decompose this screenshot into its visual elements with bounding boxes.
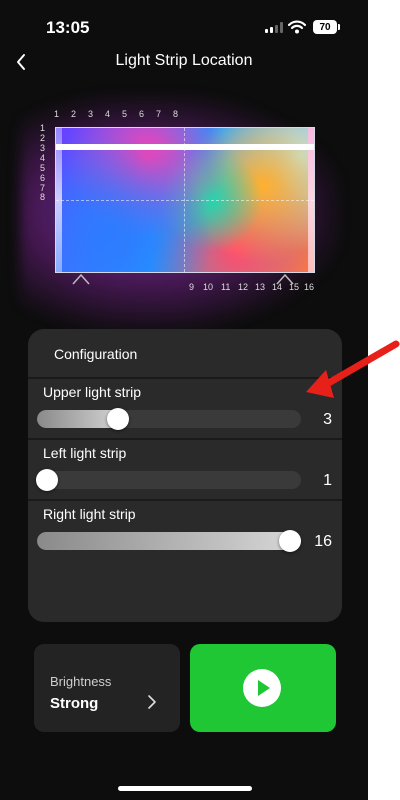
top-led-number: 7 <box>156 109 162 119</box>
chevron-right-icon <box>148 695 156 709</box>
play-icon <box>243 669 281 707</box>
top-led-number: 2 <box>71 109 77 119</box>
side-led-number: 3 <box>40 143 46 153</box>
wifi-icon <box>288 20 306 34</box>
left-strip-label: Left light strip <box>43 445 127 461</box>
page-title: Light Strip Location <box>115 52 253 69</box>
tv-preview <box>55 127 315 273</box>
upper-strip-value: 3 <box>323 411 332 428</box>
right-strip-label: Right light strip <box>43 506 136 522</box>
right-strip-slider[interactable] <box>37 532 301 550</box>
side-led-number: 4 <box>40 153 46 163</box>
side-led-number: 1 <box>40 123 46 133</box>
right-strip-value: 16 <box>314 533 332 550</box>
bottom-led-number: 12 <box>238 282 249 292</box>
top-led-number: 3 <box>88 109 94 119</box>
status-time: 13:05 <box>46 18 90 37</box>
signal-icon <box>265 22 283 33</box>
brightness-value: Strong <box>50 695 99 712</box>
stand-left-icon <box>72 273 90 285</box>
side-led-number: 8 <box>40 192 46 202</box>
side-led-number: 2 <box>40 133 46 143</box>
center-guide-horizontal <box>56 200 314 201</box>
annotation-arrow-icon <box>306 340 400 398</box>
divider <box>28 499 342 501</box>
top-led-number: 1 <box>54 109 60 119</box>
upper-strip-label: Upper light strip <box>43 384 142 400</box>
left-strip-slider[interactable] <box>37 471 301 489</box>
top-led-number: 4 <box>105 109 111 119</box>
side-led-number: 6 <box>40 173 46 183</box>
divider <box>28 438 342 440</box>
upper-strip-slider[interactable] <box>37 410 301 428</box>
right-strip-slider-thumb[interactable] <box>279 530 301 552</box>
bottom-led-number: 16 <box>304 282 315 292</box>
brightness-button[interactable]: Brightness Strong <box>34 644 180 732</box>
top-led-number: 5 <box>122 109 128 119</box>
bottom-led-number: 11 <box>221 282 231 292</box>
left-strip-slider-thumb[interactable] <box>36 469 58 491</box>
slider-fill <box>37 532 301 550</box>
stand-right-icon <box>276 273 294 285</box>
configuration-title: Configuration <box>54 346 138 362</box>
play-button[interactable] <box>190 644 336 732</box>
configuration-card: Configuration Upper light strip 3 Left l… <box>28 329 342 622</box>
left-strip-value: 1 <box>323 472 332 489</box>
battery-indicator: 70 <box>313 20 340 34</box>
side-led-number: 5 <box>40 163 46 173</box>
bottom-led-number: 10 <box>203 282 214 292</box>
bottom-led-number: 9 <box>189 282 195 292</box>
top-led-number: 8 <box>173 109 179 119</box>
bottom-led-number: 13 <box>255 282 266 292</box>
upper-strip-slider-thumb[interactable] <box>107 408 129 430</box>
top-led-number: 6 <box>139 109 145 119</box>
upper-strip-highlight <box>56 144 314 150</box>
divider <box>28 377 342 379</box>
brightness-label: Brightness <box>50 674 112 689</box>
home-indicator <box>118 786 252 791</box>
